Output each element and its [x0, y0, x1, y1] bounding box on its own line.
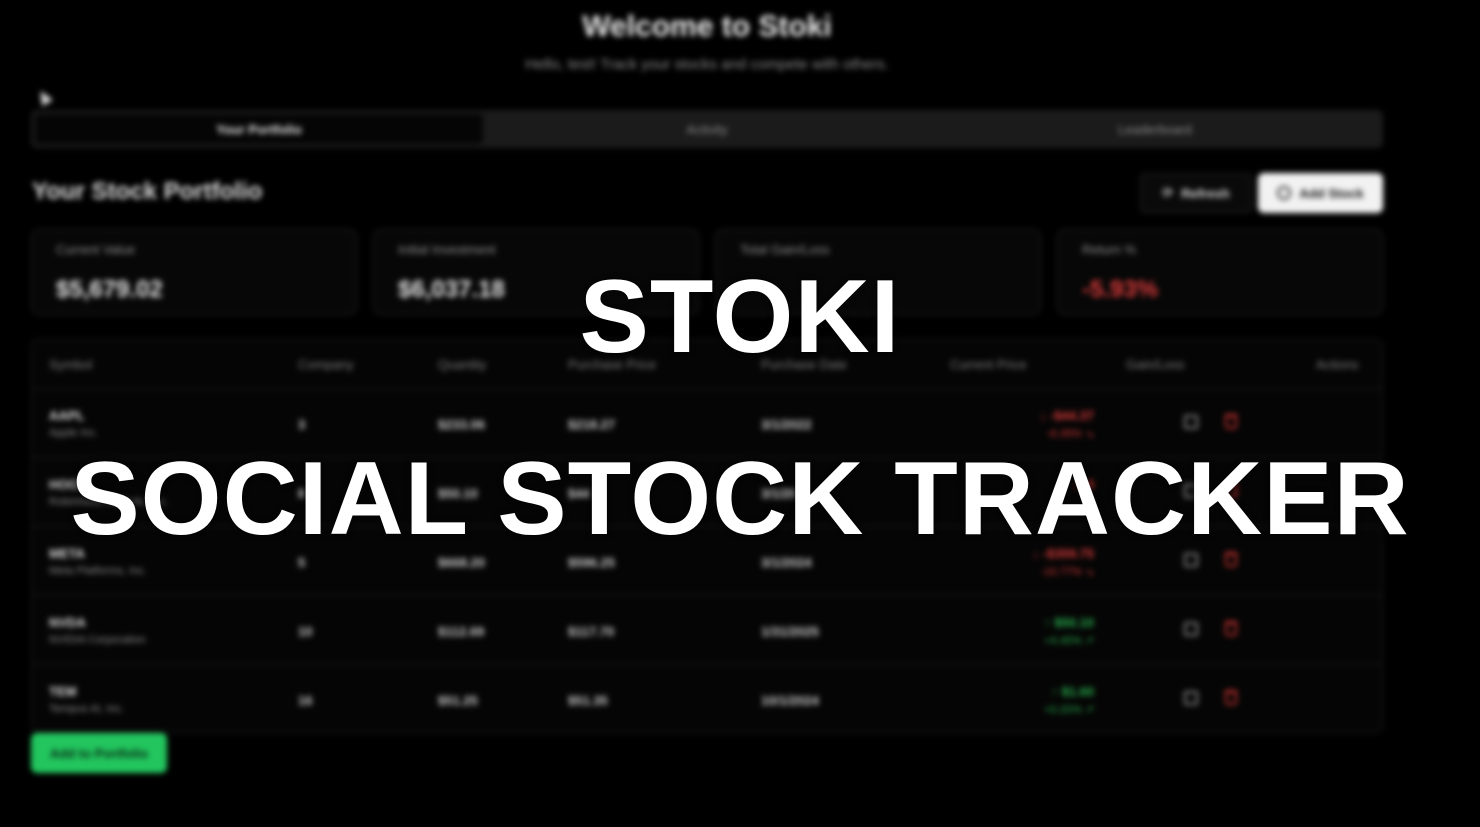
row-current-price: 3/1/2022 [761, 417, 812, 432]
row-gain-loss-pct: -6.35% ↘ [1046, 428, 1094, 440]
row-purchase-date: $117.70 [568, 624, 615, 639]
edit-icon[interactable] [1184, 415, 1198, 429]
row-purchase-date: $51.35 [568, 693, 608, 708]
table-row: TEM Tempus AI, Inc. 16 $51.25 $51.35 10/… [32, 664, 1382, 733]
row-quantity: 16 [298, 693, 313, 708]
mouse-cursor-icon [35, 87, 53, 107]
trash-icon[interactable] [1225, 621, 1237, 636]
row-symbol: TEM [49, 684, 77, 699]
summary-label: Current Value [56, 242, 136, 257]
edit-icon[interactable] [1184, 691, 1198, 705]
row-symbol: AAPL [49, 408, 85, 423]
row-gain-loss: ↑ $1.60 [1051, 684, 1094, 699]
row-gain-loss-pct: +0.20% ↗ [1044, 704, 1094, 716]
page-title: Welcome to Stoki [582, 10, 832, 43]
row-purchase-price: $112.69 [438, 624, 485, 639]
row-symbol: NVDA [49, 615, 86, 630]
row-company: Tempus AI, Inc. [49, 703, 125, 715]
app-screenshot: Welcome to Stoki Hello, test! Track your… [0, 0, 1480, 827]
refresh-label: Refresh [1181, 185, 1230, 201]
row-company: Meta Platforms, Inc. [49, 565, 147, 577]
trash-icon[interactable] [1225, 690, 1237, 705]
row-company: Apple Inc. [49, 427, 98, 439]
edit-icon[interactable] [1184, 622, 1198, 636]
overlay-title: STOKI [579, 259, 901, 375]
add-to-portfolio-button[interactable]: Add to Portfolio [31, 733, 167, 773]
add-stock-label: Add Stock [1299, 185, 1364, 201]
row-purchase-date: $218.27 [568, 417, 615, 432]
row-company: NVIDIA Corporation [49, 634, 146, 646]
row-gain-loss-pct: -10.77% ↘ [1040, 566, 1094, 578]
summary-label: Initial Investment [398, 242, 496, 257]
tab-leaderboard[interactable]: Leaderboard [931, 114, 1379, 144]
tab-bar: Your Portfolio Activity Leaderboard [31, 110, 1383, 148]
row-purchase-price: $51.25 [438, 693, 478, 708]
trash-icon[interactable] [1225, 414, 1237, 429]
row-gain-loss-pct: +4.45% ↗ [1044, 635, 1094, 647]
portfolio-title: Your Stock Portfolio [32, 178, 263, 205]
add-stock-button[interactable]: Add Stock [1258, 173, 1383, 213]
row-quantity: 10 [298, 624, 313, 639]
tab-activity[interactable]: Activity [483, 114, 931, 144]
summary-label: Total Gain/Loss [740, 242, 830, 257]
plus-circle-icon [1277, 186, 1292, 200]
refresh-icon: ⟳ [1162, 185, 1174, 200]
overlay-subtitle: SOCIAL STOCK TRACKER [70, 441, 1410, 557]
row-gain-loss: ↑ $50.10 [1044, 615, 1094, 630]
page-subtitle: Hello, test! Track your stocks and compe… [525, 56, 889, 73]
table-row: NVDA NVIDIA Corporation 10 $112.69 $117.… [32, 595, 1382, 664]
row-current-price: 10/1/2024 [761, 693, 819, 708]
summary-label: Return % [1082, 242, 1137, 257]
row-gain-loss: ↓ -$44.37 [1039, 408, 1094, 423]
row-quantity: 3 [298, 417, 306, 432]
tab-your-portfolio[interactable]: Your Portfolio [35, 114, 483, 144]
row-purchase-price: $233.06 [438, 417, 485, 432]
row-current-price: 1/31/2025 [761, 624, 819, 639]
refresh-button[interactable]: ⟳ Refresh [1140, 173, 1252, 213]
